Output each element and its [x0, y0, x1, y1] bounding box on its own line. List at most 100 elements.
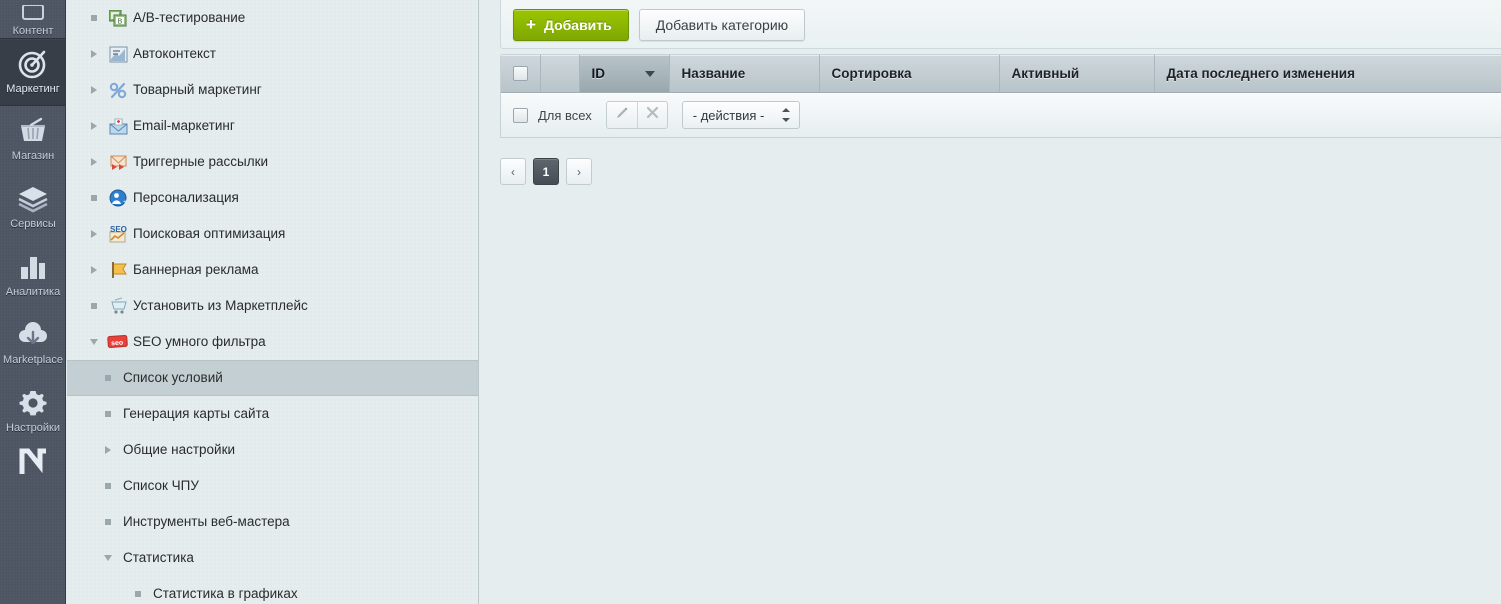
pencil-icon [615, 106, 629, 125]
page-number-1[interactable]: 1 [533, 158, 559, 185]
tree-bullet [97, 375, 119, 381]
tree-collapse-arrow[interactable] [97, 555, 119, 561]
grid-header-select-all[interactable] [501, 55, 541, 93]
add-category-button[interactable]: Добавить категорию [638, 8, 806, 41]
seo-icon: SEO [105, 224, 131, 244]
n-logo-icon [15, 448, 51, 476]
tree-item-email-marketing[interactable]: Email-маркетинг [67, 108, 478, 144]
tree-item-label: Персонализация [133, 190, 239, 205]
pagination-bar: ‹ 1 › На странице: 20 Условия 1 – 4 из 4 [500, 155, 1501, 189]
add-button[interactable]: + Добавить [513, 8, 629, 41]
bar-chart-icon [15, 250, 51, 284]
page-next-button[interactable]: › [566, 158, 592, 185]
tree-item-autocontext[interactable]: Автоконтекст [67, 36, 478, 72]
grid-action-bar: Для всех - действия - [501, 92, 1501, 137]
rail-item-marketing[interactable]: Маркетинг [0, 38, 65, 106]
tree-expand-arrow[interactable] [83, 266, 105, 274]
tree-item-label: Генерация карты сайта [123, 406, 270, 421]
grid-header-label: Название [681, 65, 746, 81]
add-button-label: Добавить [543, 16, 612, 33]
grid-header-name[interactable]: Название [669, 55, 820, 93]
rail-item-settings[interactable]: Настройки [0, 378, 65, 446]
tree-item-webmaster-tools[interactable]: Инструменты веб-мастера [67, 504, 478, 540]
tree-item-banner-ads[interactable]: Баннерная реклама [67, 252, 478, 288]
select-all-checkbox[interactable] [513, 66, 528, 82]
tree-item-seo-optimization[interactable]: SEO Поисковая оптимизация [67, 216, 478, 252]
tree-bullet [97, 411, 119, 417]
tree-expand-arrow[interactable] [83, 86, 105, 94]
percent-icon [105, 80, 131, 100]
rail-item-marketplace[interactable]: Marketplace [0, 310, 65, 378]
cloud-download-icon [15, 318, 51, 352]
marketing-tree-menu[interactable]: B A/B-тестирование Автоконтекст Товарный… [67, 0, 479, 604]
tree-item-label: A/B-тестирование [133, 10, 246, 25]
tree-collapse-arrow[interactable] [83, 339, 105, 345]
grid-header-label: Сортировка [831, 65, 912, 81]
row-action-buttons [605, 101, 668, 129]
tree-bullet [127, 591, 149, 597]
tree-expand-arrow[interactable] [83, 122, 105, 130]
action-select[interactable]: - действия - [681, 101, 800, 129]
tree-item-general-settings[interactable]: Общие настройки [67, 432, 478, 468]
tree-bullet [97, 519, 119, 525]
page-prev-button[interactable]: ‹ [500, 158, 526, 185]
rail-item-logo[interactable] [0, 446, 65, 476]
grid-header-id[interactable]: ID [579, 55, 670, 93]
tree-item-trigger-mailings[interactable]: Триггерные рассылки [67, 144, 478, 180]
page-toolbar: + Добавить Добавить категорию [500, 0, 1501, 49]
spinner-arrows-icon [781, 108, 790, 122]
trigger-mail-icon [105, 152, 131, 172]
svg-text:seo: seo [111, 340, 124, 348]
grid-header-label: Дата последнего изменения [1166, 65, 1355, 81]
tree-bullet [97, 483, 119, 489]
svg-text:B: B [118, 18, 123, 25]
basket-icon [15, 114, 51, 148]
tree-item-statistics[interactable]: Статистика [67, 540, 478, 576]
rail-item-shop[interactable]: Магазин [0, 106, 65, 174]
grid-header-active[interactable]: Активный [999, 55, 1155, 93]
close-icon [646, 106, 659, 124]
email-icon [105, 116, 131, 136]
tree-item-label: Баннерная реклама [133, 262, 259, 277]
pager-right-group: На странице: 20 Условия 1 – 4 из 4 [1331, 157, 1501, 187]
grid-header-last-modified[interactable]: Дата последнего изменения [1154, 55, 1501, 93]
tree-item-install-marketplace[interactable]: Установить из Маркетплейс [67, 288, 478, 324]
rail-item-content[interactable]: Контент [0, 0, 65, 38]
tree-expand-arrow[interactable] [83, 230, 105, 238]
rail-item-analytics[interactable]: Аналитика [0, 242, 65, 310]
rail-item-services[interactable]: Сервисы [0, 174, 65, 242]
tree-item-ab-testing[interactable]: B A/B-тестирование [67, 0, 478, 36]
tree-item-label: Инструменты веб-мастера [123, 514, 290, 529]
tree-item-personalization[interactable]: + Персонализация [67, 180, 478, 216]
grid-header-sort[interactable]: Сортировка [819, 55, 1000, 93]
tree-item-label: Список условий [123, 370, 223, 385]
tree-item-label: Триггерные рассылки [133, 154, 269, 169]
tree-item-sitemap-generation[interactable]: Генерация карты сайта [67, 396, 478, 432]
edit-selected-button[interactable] [607, 102, 637, 128]
left-nav-rail: Контент Маркетинг Магазин Сервисы Аналит… [0, 0, 66, 604]
tree-item-cnc-list[interactable]: Список ЧПУ [67, 468, 478, 504]
tree-expand-arrow[interactable] [83, 50, 105, 58]
rail-item-label: Сервисы [10, 218, 56, 230]
ab-test-icon: B [105, 8, 131, 28]
rail-item-label: Контент [12, 25, 54, 37]
tree-bullet [83, 195, 105, 201]
layers-icon [15, 182, 51, 216]
personalize-icon: + [105, 188, 131, 208]
select-all-rows-checkbox[interactable] [513, 107, 528, 123]
tree-expand-arrow[interactable] [97, 446, 119, 454]
tree-item-conditions-list[interactable]: Список условий [67, 360, 478, 396]
tree-item-product-marketing[interactable]: Товарный маркетинг [67, 72, 478, 108]
tree-item-label: Поисковая оптимизация [133, 226, 286, 241]
rail-item-label: Настройки [6, 422, 60, 434]
gear-icon [15, 386, 51, 420]
tree-item-label: Общие настройки [123, 442, 236, 457]
main-content: + Добавить Добавить категорию ID Названи… [480, 0, 1501, 604]
tree-expand-arrow[interactable] [83, 158, 105, 166]
delete-selected-button[interactable] [636, 102, 667, 128]
select-all-label: Для всех [538, 107, 592, 123]
plus-icon: + [526, 15, 536, 34]
tree-item-statistics-charts[interactable]: Статистика в графиках [67, 576, 478, 604]
tree-bullet [83, 303, 105, 309]
tree-item-seo-smart-filter[interactable]: seo SEO умного фильтра [67, 324, 478, 360]
